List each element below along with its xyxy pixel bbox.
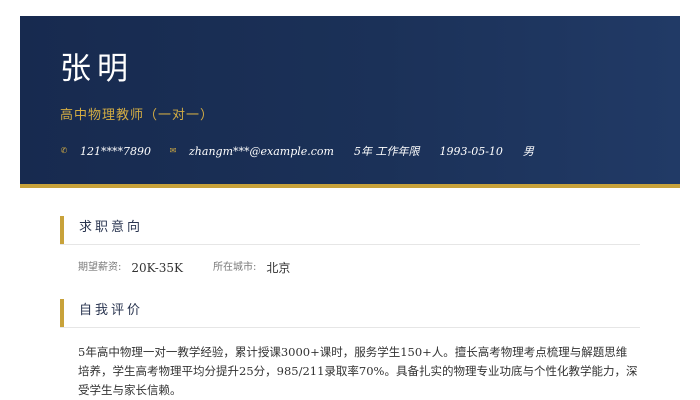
summary-text: 5年高中物理一对一教学经验，累计授课3000+课时，服务学生150+人。擅长高考… [78,345,638,397]
birthdate-text: 1993-05-10 [439,144,503,158]
phone-text: 121****7890 [80,144,151,158]
resume-header: 张明 高中物理教师（一对一） ✆ 121****7890 ✉ zhangm***… [20,16,680,184]
email-text: zhangm***@example.com [189,144,334,158]
candidate-role: 高中物理教师（一对一） [60,108,215,123]
section-accent-bar [60,216,64,244]
header-accent-line [20,184,680,188]
city-label: 所在城市: [213,262,257,273]
mail-icon: ✉ [169,146,177,155]
section-label: 求职意向 [79,220,144,235]
contact-experience: 5年 工作年限 [354,146,420,157]
contact-phone: ✆ 121****7890 [60,146,151,157]
phone-icon: ✆ [60,146,68,155]
intent-fields: 期望薪资: 20K-35K 所在城市: 北京 [78,262,290,274]
contact-birthdate: 1993-05-10 [439,146,502,157]
resume-page: 张明 高中物理教师（一对一） ✆ 121****7890 ✉ zhangm***… [0,0,700,400]
contact-email: ✉ zhangm***@example.com [169,146,334,157]
section-title-intent: 求职意向 [60,216,640,245]
contact-gender: 男 [523,146,534,157]
salary-value: 20K-35K [131,261,184,275]
section-accent-bar [60,299,64,327]
gender-text: 男 [522,144,534,158]
contact-info: ✆ 121****7890 ✉ zhangm***@example.com 5年… [60,144,534,158]
section-title-summary: 自我评价 [60,299,640,328]
city-value: 北京 [266,261,291,275]
candidate-name: 张明 [60,51,134,87]
section-label: 自我评价 [79,303,144,318]
experience-text: 5年 工作年限 [353,144,420,158]
salary-label: 期望薪资: [78,262,122,273]
